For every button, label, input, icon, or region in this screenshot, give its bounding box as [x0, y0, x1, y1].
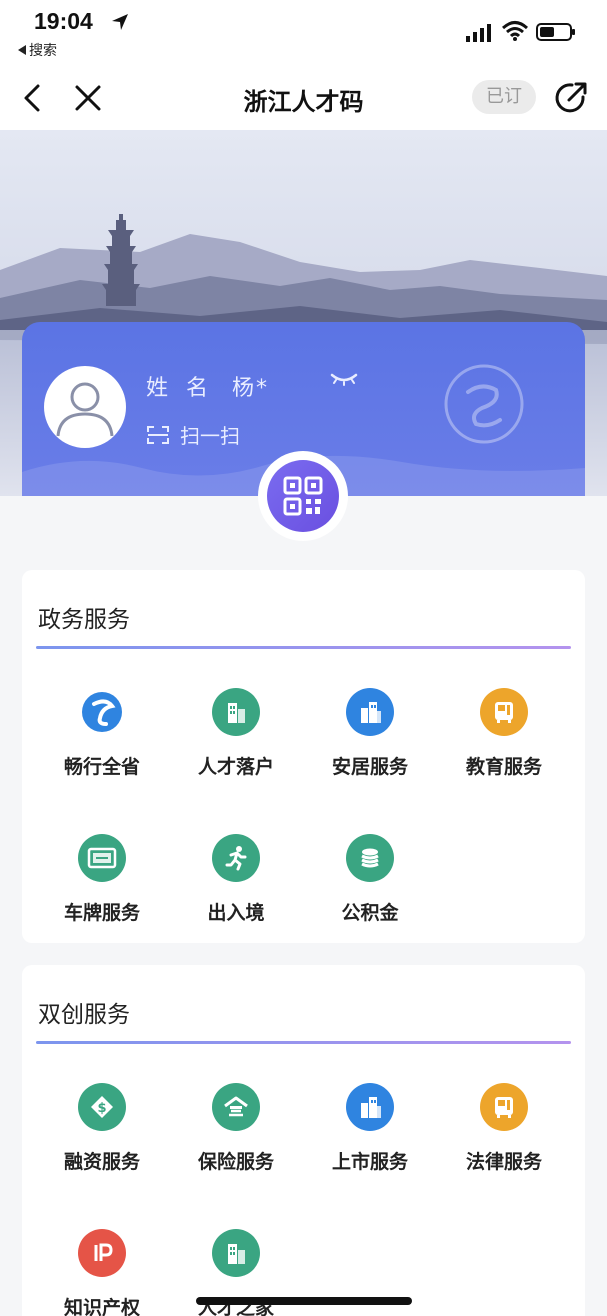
service-label: 教育服务	[465, 756, 542, 778]
license-plate-icon	[78, 834, 126, 882]
service-gongjijin[interactable]: 公积金	[315, 834, 425, 925]
section-title: 政务服务	[38, 607, 130, 633]
building-icon	[212, 1229, 260, 1277]
service-shangshi[interactable]: 上市服务	[315, 1083, 425, 1174]
nav-bar: 浙江人才码 已订	[0, 66, 607, 130]
qr-code-icon	[283, 476, 323, 516]
wifi-icon	[502, 21, 528, 41]
buildings-icon	[346, 688, 394, 736]
running-person-icon	[212, 834, 260, 882]
service-anju[interactable]: 安居服务	[315, 688, 425, 779]
service-label: 人才落户	[197, 756, 274, 778]
subscribe-button[interactable]: 已订	[472, 80, 536, 114]
zhejiang-emblem-watermark-icon	[444, 364, 524, 444]
ip-icon	[78, 1229, 126, 1277]
service-rongzi[interactable]: $ 融资服务	[47, 1083, 157, 1174]
signal-icon	[466, 24, 491, 42]
user-avatar-icon	[56, 382, 114, 437]
phoenix-logo-icon	[78, 688, 126, 736]
scan-label: 扫一扫	[180, 424, 240, 448]
status-time: 19:04	[34, 8, 93, 34]
service-label: 车牌服务	[63, 902, 140, 924]
name-value: 杨*	[232, 376, 270, 401]
coins-icon	[346, 834, 394, 882]
back-app-label: 搜索	[29, 43, 57, 59]
section-divider	[36, 646, 571, 649]
service-churujing[interactable]: 出入境	[181, 834, 291, 925]
innovation-services-section: 双创服务 $ 融资服务 保险服务 上市服务 法律服务 知识产权 人才之家	[22, 965, 585, 1316]
service-jiaoyu[interactable]: 教育服务	[449, 688, 559, 779]
service-luohu[interactable]: 人才落户	[181, 688, 291, 779]
share-icon[interactable]	[553, 80, 589, 116]
shelter-icon	[212, 1083, 260, 1131]
service-label: 融资服务	[63, 1151, 140, 1173]
service-changxing[interactable]: 畅行全省	[47, 688, 157, 779]
eye-closed-icon[interactable]	[330, 372, 358, 386]
service-label: 出入境	[207, 902, 265, 924]
service-label: 畅行全省	[63, 756, 140, 778]
buildings-icon	[346, 1083, 394, 1131]
status-bar: 19:04 搜索	[0, 0, 607, 66]
service-label: 上市服务	[331, 1151, 408, 1173]
service-falv[interactable]: 法律服务	[449, 1083, 559, 1174]
qr-code-button[interactable]	[258, 451, 348, 541]
back-triangle-icon	[18, 45, 26, 55]
school-bus-icon	[480, 688, 528, 736]
service-zhishichanquan[interactable]: 知识产权	[47, 1229, 157, 1316]
service-label: 安居服务	[331, 756, 408, 778]
location-arrow-icon	[112, 14, 128, 30]
back-to-app-link[interactable]: 搜索	[18, 40, 57, 60]
service-label: 知识产权	[63, 1297, 140, 1316]
diamond-money-icon: $	[78, 1083, 126, 1131]
qr-inner	[267, 460, 339, 532]
scan-icon	[147, 425, 169, 444]
svg-text:$: $	[97, 1101, 106, 1116]
school-bus-icon	[480, 1083, 528, 1131]
service-label: 法律服务	[465, 1151, 542, 1173]
section-title: 双创服务	[38, 1002, 130, 1028]
service-baoxian[interactable]: 保险服务	[181, 1083, 291, 1174]
avatar	[44, 366, 126, 448]
service-label: 公积金	[341, 902, 399, 924]
building-icon	[212, 688, 260, 736]
gov-services-section: 政务服务 畅行全省 人才落户 安居服务 教育服务 车牌服务 出入境 公积金	[22, 570, 585, 943]
section-divider	[36, 1041, 571, 1044]
scan-button[interactable]: 扫一扫	[146, 420, 240, 449]
service-chepai[interactable]: 车牌服务	[47, 834, 157, 925]
home-indicator[interactable]	[196, 1297, 412, 1305]
name-row: 姓名 杨*	[146, 370, 269, 402]
battery-icon	[536, 23, 575, 41]
name-label: 姓名	[146, 376, 227, 401]
service-label: 保险服务	[197, 1151, 274, 1173]
